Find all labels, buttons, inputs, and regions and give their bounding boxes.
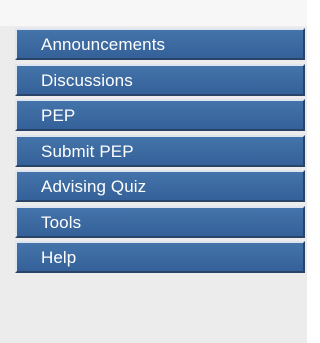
- course-menu-panel: Announcements Discussions PEP Submit PEP…: [0, 0, 307, 343]
- menu-item-submit-pep[interactable]: Submit PEP: [15, 134, 305, 167]
- menu-item-label: Announcements: [41, 35, 166, 54]
- menu-item-label: Help: [41, 248, 77, 267]
- menu-item-label: Tools: [41, 212, 82, 232]
- menu-item-label: Advising Quiz: [41, 177, 147, 196]
- menu-item-label: PEP: [41, 106, 76, 125]
- menu-header-strip: [0, 0, 307, 26]
- menu-item-announcements[interactable]: Announcements: [15, 28, 305, 60]
- menu-item-discussions[interactable]: Discussions: [15, 63, 305, 96]
- menu-item-label: Submit PEP: [41, 141, 134, 161]
- menu-item-tools[interactable]: Tools: [15, 205, 305, 238]
- menu-item-label: Discussions: [41, 70, 133, 90]
- course-menu: Announcements Discussions PEP Submit PEP…: [15, 28, 305, 273]
- menu-item-help[interactable]: Help: [15, 241, 305, 273]
- menu-item-pep[interactable]: PEP: [15, 99, 305, 131]
- menu-item-advising-quiz[interactable]: Advising Quiz: [15, 170, 305, 202]
